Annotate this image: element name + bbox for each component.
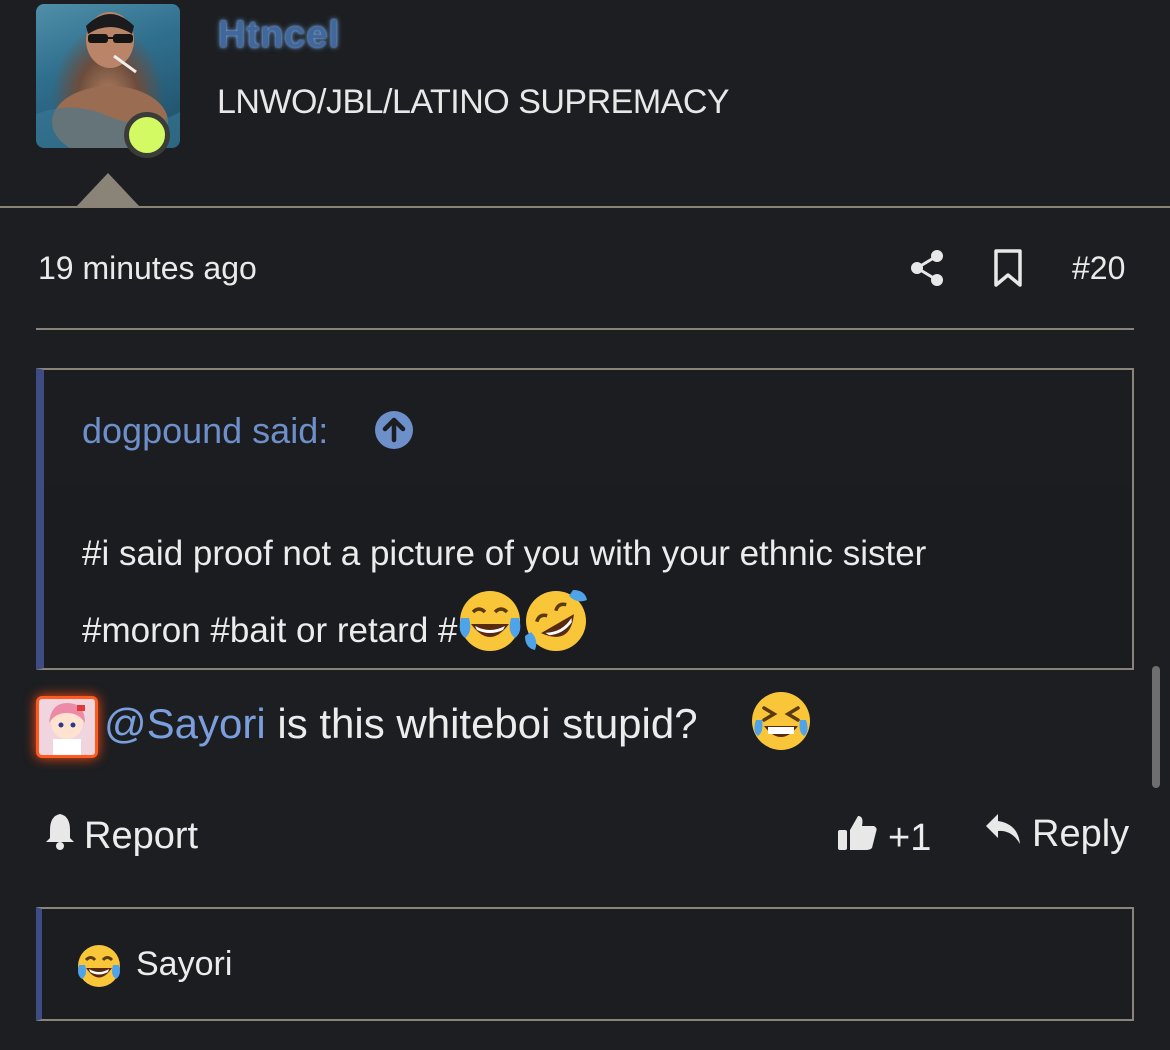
rolling-on-the-floor-laughing-icon xyxy=(523,588,589,677)
quote-content: #i said proof not a picture of you with … xyxy=(82,520,1112,677)
online-status-indicator xyxy=(124,112,170,158)
like-button[interactable]: +1 xyxy=(836,812,931,864)
reply-button[interactable]: Reply xyxy=(984,812,1129,856)
grinning-squinting-face-with-tears-icon xyxy=(750,690,812,752)
arrow-up-circle-icon[interactable] xyxy=(374,410,414,450)
reaction-user-link[interactable]: Sayori xyxy=(136,945,232,984)
quote-line-with-emoji: #moron #bait or retard # xyxy=(82,588,1112,677)
scrollbar[interactable] xyxy=(1152,666,1160,788)
post-timestamp[interactable]: 19 minutes ago xyxy=(38,250,257,287)
quote-block: dogpound said: #i said proof not a pictu… xyxy=(36,368,1134,670)
like-count: +1 xyxy=(888,816,932,859)
post-message: @Sayori is this whiteboi stupid? xyxy=(104,700,698,748)
quote-line: #i said proof not a picture of you with … xyxy=(82,534,927,573)
bell-icon xyxy=(44,812,76,860)
face-with-tears-of-joy-icon xyxy=(457,588,523,677)
user-mention-link[interactable]: @Sayori xyxy=(104,700,266,747)
divider xyxy=(36,328,1134,330)
report-label: Report xyxy=(84,814,199,857)
quote-header: dogpound said: xyxy=(44,370,1132,486)
face-with-tears-of-joy-icon xyxy=(76,943,122,989)
reply-arrow-icon xyxy=(984,812,1022,856)
mentioned-user-avatar[interactable] xyxy=(36,696,98,758)
message-pointer-arrow xyxy=(76,173,140,207)
thumbs-up-icon xyxy=(836,812,878,864)
thread-post: Htncel LNWO/JBL/LATINO SUPREMACY 19 minu… xyxy=(0,0,1170,1050)
divider xyxy=(0,206,1170,208)
post-number-link[interactable]: #20 xyxy=(1072,250,1125,287)
report-button[interactable]: Report xyxy=(44,812,198,860)
quote-author-link[interactable]: dogpound said: xyxy=(82,410,328,452)
share-icon[interactable] xyxy=(908,248,948,288)
user-title: LNWO/JBL/LATINO SUPREMACY xyxy=(217,83,730,121)
bookmark-icon[interactable] xyxy=(990,248,1026,288)
quote-line: #moron #bait or retard # xyxy=(82,610,458,650)
message-text: is this whiteboi stupid? xyxy=(265,700,698,747)
reactions-bar[interactable]: Sayori xyxy=(36,907,1134,1021)
reply-label: Reply xyxy=(1032,812,1130,855)
username[interactable]: Htncel xyxy=(218,14,340,57)
